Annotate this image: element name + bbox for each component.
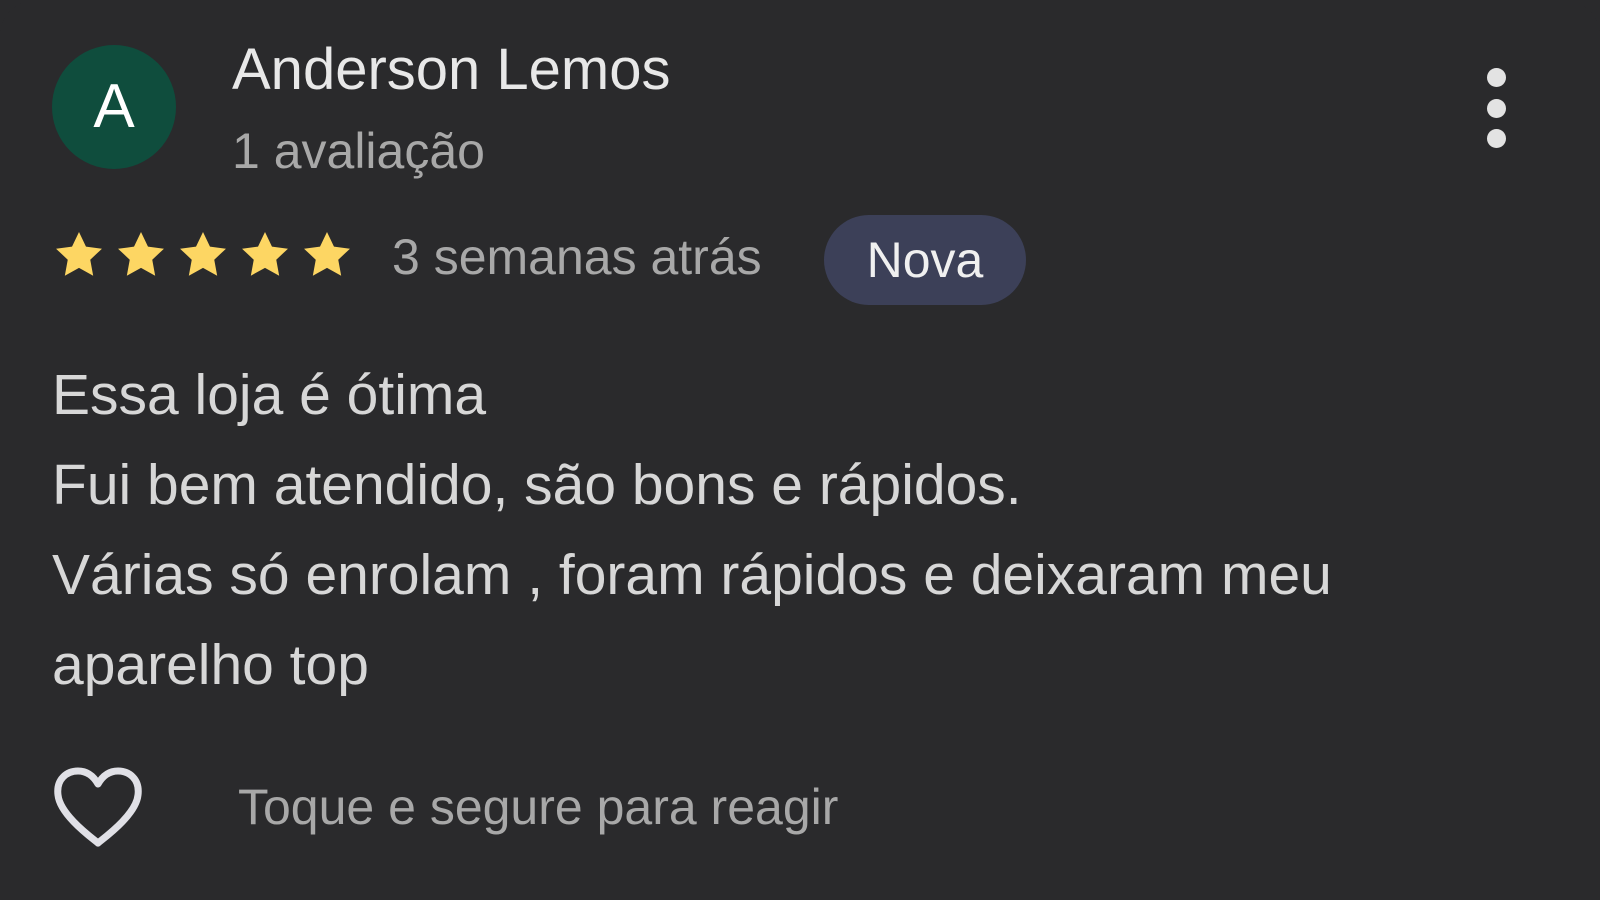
- reviewer-name[interactable]: Anderson Lemos: [232, 36, 670, 103]
- reviewer-review-count: 1 avaliação: [232, 123, 485, 179]
- review-time: 3 semanas atrás: [392, 229, 762, 285]
- new-badge: Nova: [824, 215, 1026, 305]
- avatar[interactable]: A: [52, 45, 176, 169]
- star-icon: [304, 232, 350, 276]
- menu-dot: [1486, 98, 1506, 118]
- reaction-row[interactable]: Toque e segure para reagir: [52, 762, 838, 852]
- review-text-line: Várias só enrolam , foram rápidos e deix…: [52, 543, 1332, 607]
- menu-dot: [1486, 129, 1506, 148]
- star-rating: [52, 228, 354, 284]
- star-icon: [118, 232, 164, 276]
- reaction-hint: Toque e segure para reagir: [238, 779, 839, 835]
- review-card: A Anderson Lemos 1 avaliação 3 semanas a…: [0, 0, 1600, 900]
- review-text-line: aparelho top: [52, 633, 369, 697]
- menu-dot: [1486, 68, 1506, 87]
- heart-outline-icon[interactable]: [52, 765, 144, 849]
- review-text: Essa loja é ótima Fui bem atendido, são …: [52, 350, 1552, 710]
- review-text-line: Essa loja é ótima: [52, 363, 487, 427]
- star-icon: [56, 232, 102, 276]
- star-icon: [180, 232, 226, 276]
- review-text-line: Fui bem atendido, são bons e rápidos.: [52, 453, 1022, 517]
- star-icon: [242, 232, 288, 276]
- more-options-icon[interactable]: [1476, 68, 1516, 148]
